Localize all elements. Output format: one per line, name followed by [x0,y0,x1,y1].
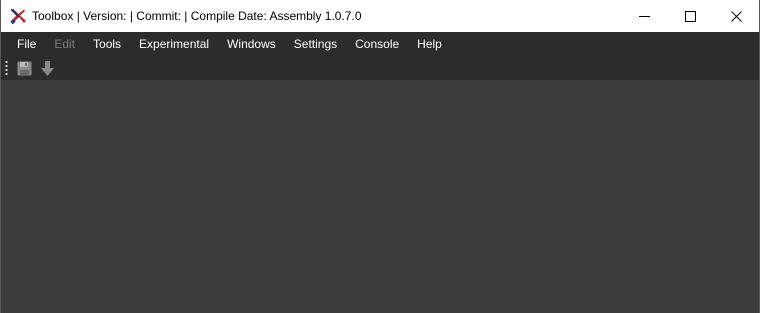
menu-file[interactable]: File [1,32,45,56]
save-button[interactable] [14,58,34,78]
download-arrow-icon [40,60,54,76]
menu-edit[interactable]: Edit [45,32,84,56]
menu-windows[interactable]: Windows [218,32,285,56]
close-button[interactable] [713,0,759,32]
close-icon [730,10,742,22]
minimize-button[interactable] [621,0,667,32]
download-button[interactable] [37,58,57,78]
minimize-icon [638,15,650,17]
toolbox-app-icon [10,8,26,24]
app-window: Toolbox | Version: | Commit: | Compile D… [0,0,760,313]
toolbar-grip-icon[interactable] [5,60,8,76]
menu-console[interactable]: Console [346,32,408,56]
menu-help[interactable]: Help [408,32,451,56]
menu-experimental[interactable]: Experimental [130,32,218,56]
window-title: Toolbox | Version: | Commit: | Compile D… [32,9,362,23]
save-icon [17,61,31,75]
window-controls [621,0,759,32]
menu-tools[interactable]: Tools [84,32,130,56]
toolbar [1,56,759,80]
maximize-icon [684,10,696,22]
menu-bar: File Edit Tools Experimental Windows Set… [1,32,759,56]
workspace-area [1,80,759,313]
menu-settings[interactable]: Settings [285,32,346,56]
maximize-button[interactable] [667,0,713,32]
title-bar[interactable]: Toolbox | Version: | Commit: | Compile D… [1,0,759,32]
